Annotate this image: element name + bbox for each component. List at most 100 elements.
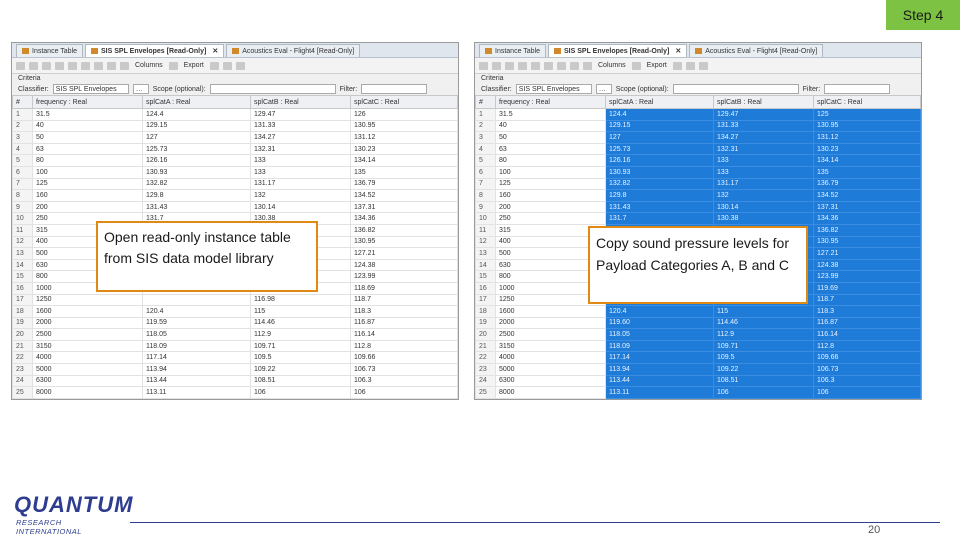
filter-field[interactable]	[824, 84, 891, 94]
table-row[interactable]: 5 80 126.16 133 134.14	[475, 154, 921, 167]
export-button[interactable]: Export	[182, 62, 206, 69]
row-index-cell[interactable]: 20	[12, 328, 33, 341]
table-cell[interactable]: 109.5	[250, 351, 351, 365]
row-index-cell[interactable]: 14	[475, 258, 496, 272]
table-row[interactable]: 9 200 131.43 130.14 137.31	[12, 200, 458, 214]
table-cell[interactable]: 109.22	[713, 363, 814, 376]
table-row[interactable]: 19 2000 119.60 114.46 116.87	[475, 316, 921, 330]
scope-field[interactable]	[209, 84, 336, 94]
table-row[interactable]: 25 8000 113.11 106 106	[475, 386, 921, 399]
row-index-cell[interactable]: 25	[12, 386, 33, 399]
toolbar-icon[interactable]	[557, 61, 566, 70]
table-cell[interactable]: 136.79	[350, 177, 458, 191]
columns-button[interactable]: Columns	[596, 62, 628, 69]
filter-field[interactable]	[361, 84, 428, 94]
table-row[interactable]: 18 1600 120.4 115 118.3	[475, 305, 921, 318]
toolbar-icon[interactable]	[68, 61, 77, 70]
table-cell[interactable]: 135	[813, 165, 921, 179]
table-cell[interactable]: 118.69	[350, 281, 458, 295]
row-index-cell[interactable]: 12	[475, 235, 496, 249]
table-cell[interactable]: 132.31	[713, 142, 814, 156]
table-cell[interactable]: 102	[350, 397, 458, 399]
columns-button[interactable]: Columns	[133, 62, 165, 69]
toolbar-icon[interactable]	[479, 61, 488, 70]
row-index-cell[interactable]: 26	[475, 397, 496, 399]
table-cell[interactable]: 124.4	[142, 108, 251, 121]
table-row[interactable]: 25 8000 113.11 106 106	[12, 386, 458, 399]
toolbar-icon[interactable]	[16, 61, 25, 70]
table-cell[interactable]: 5000	[495, 363, 606, 376]
table-row[interactable]: 7 125 132.82 131.17 136.79	[12, 177, 458, 191]
table-row[interactable]: 18 1600 120.4 115 118.3	[12, 305, 458, 318]
table-cell[interactable]: 106.3	[350, 374, 458, 388]
table-cell[interactable]: 133	[250, 165, 351, 179]
column-header-index[interactable]: #	[475, 95, 496, 109]
classifier-field[interactable]: SIS SPL Envelopes	[515, 84, 592, 94]
toolbar-icon[interactable]	[107, 61, 116, 70]
table-cell[interactable]: 134.14	[350, 154, 458, 167]
table-cell[interactable]: 80	[495, 154, 606, 167]
table-cell[interactable]: 127.21	[350, 247, 458, 260]
table-cell[interactable]: 118.3	[813, 305, 921, 318]
tab-instance-table[interactable]: Instance Table	[16, 44, 84, 57]
table-cell[interactable]: 118.05	[605, 328, 714, 341]
table-cell[interactable]: 124.38	[813, 258, 921, 272]
table-cell[interactable]: 112	[142, 397, 251, 399]
table-cell[interactable]: 108.51	[713, 374, 814, 388]
refresh-icon[interactable]	[222, 61, 232, 70]
table-cell[interactable]: 133	[713, 154, 814, 167]
row-index-cell[interactable]: 3	[475, 131, 496, 144]
toolbar-icon[interactable]	[583, 61, 592, 70]
table-row[interactable]: 4 63 125.73 132.31 130.23	[475, 142, 921, 156]
toolbar-icon[interactable]	[81, 61, 90, 70]
table-cell[interactable]: 106.3	[813, 374, 921, 388]
table-cell[interactable]: 125	[813, 108, 921, 121]
table-cell[interactable]: 118.7	[813, 293, 921, 307]
table-row[interactable]: 2610000112105.7102	[12, 397, 458, 399]
table-cell[interactable]: 50	[495, 131, 606, 144]
table-cell[interactable]: 131.33	[250, 119, 351, 133]
table-cell[interactable]: 118.05	[142, 328, 251, 341]
row-index-cell[interactable]: 8	[475, 189, 496, 202]
row-index-cell[interactable]: 25	[475, 386, 496, 399]
table-row[interactable]: 9 200 131.43 130.14 137.31	[475, 200, 921, 214]
table-cell[interactable]: 131.43	[605, 200, 714, 214]
table-cell[interactable]: 5000	[32, 363, 143, 376]
table-cell[interactable]: 63	[32, 142, 143, 156]
table-row[interactable]: 21 3150 118.09 109.71 112.8	[475, 339, 921, 353]
export-button[interactable]: Export	[645, 62, 669, 69]
table-row[interactable]: 2 40 129.15 131.33 130.95	[475, 119, 921, 133]
row-index-cell[interactable]: 6	[475, 165, 496, 179]
table-cell[interactable]: 8000	[495, 386, 606, 399]
table-cell[interactable]: 4000	[495, 351, 606, 365]
toolbar-icon[interactable]	[209, 61, 219, 70]
table-row[interactable]: 2 40 129.15 131.33 130.95	[12, 119, 458, 133]
table-cell[interactable]: 63	[495, 142, 606, 156]
table-row[interactable]: 20 2500 118.05 112.9 116.14	[12, 328, 458, 341]
table-cell[interactable]: 130.23	[813, 142, 921, 156]
table-cell[interactable]: 105.7	[713, 397, 814, 399]
table-row[interactable]: 6 100 130.93 133 135	[12, 165, 458, 179]
table-cell[interactable]: 2000	[495, 316, 606, 330]
toolbar-icon[interactable]	[29, 61, 38, 70]
row-index-cell[interactable]: 2	[12, 119, 33, 133]
row-index-cell[interactable]: 16	[475, 281, 496, 295]
table-cell[interactable]: 1250	[32, 293, 143, 307]
table-cell[interactable]: 4000	[32, 351, 143, 365]
table-cell[interactable]: 130.93	[142, 165, 251, 179]
close-icon[interactable]: ✕	[212, 47, 218, 55]
row-index-cell[interactable]: 7	[475, 177, 496, 191]
table-cell[interactable]: 6300	[32, 374, 143, 388]
row-index-cell[interactable]: 9	[475, 200, 496, 214]
table-row[interactable]: 3 50 127 134.27 131.12	[475, 131, 921, 144]
table-row[interactable]: 8 160 129.8 132 134.52	[12, 189, 458, 202]
table-cell[interactable]: 100	[495, 165, 606, 179]
table-cell[interactable]: 124.38	[350, 258, 458, 272]
table-row[interactable]: 17 1250 116.98 118.7	[12, 293, 458, 307]
table-cell[interactable]: 127.21	[813, 247, 921, 260]
toolbar-icon[interactable]	[94, 61, 103, 70]
table-cell[interactable]: 136.79	[813, 177, 921, 191]
table-cell[interactable]: 132	[250, 189, 351, 202]
row-index-cell[interactable]: 6	[12, 165, 33, 179]
table-cell[interactable]: 131.33	[713, 119, 814, 133]
